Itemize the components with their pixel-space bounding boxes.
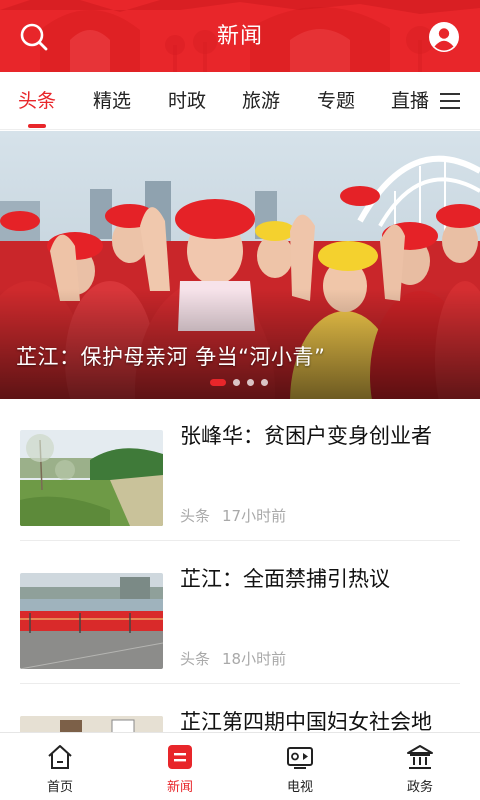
news-title: 张峰华：贫困户变身创业者	[180, 424, 432, 448]
tab-featured[interactable]: 精选	[83, 72, 141, 130]
government-icon	[407, 745, 433, 769]
bottom-navigation: 首页 新闻 电视 政务	[0, 732, 480, 800]
nav-news[interactable]: 新闻	[120, 733, 240, 800]
carousel-dot-active[interactable]	[210, 378, 226, 386]
menu-icon	[440, 93, 460, 109]
carousel-dot[interactable]	[233, 378, 240, 386]
tabs-menu-button[interactable]	[438, 90, 462, 112]
tab-label: 头条	[17, 90, 56, 112]
nav-home[interactable]: 首页	[0, 733, 120, 800]
news-thumbnail	[20, 573, 163, 669]
headline-carousel[interactable]: 芷江：保护母亲河 争当“河小青”	[0, 131, 480, 399]
news-time: 17小时前	[222, 507, 287, 525]
news-thumbnail	[20, 430, 163, 526]
nav-government[interactable]: 政务	[360, 733, 480, 800]
tv-icon	[287, 747, 313, 769]
tab-live[interactable]: 直播	[381, 72, 439, 130]
news-list: 张峰华：贫困户变身创业者 头条 17小时前 芷江：全面禁捕引热议 头条 18小时…	[0, 399, 480, 732]
news-title: 芷江第四期中国妇女社会地	[180, 710, 432, 732]
tab-label: 专题	[316, 90, 355, 112]
news-category: 头条	[180, 507, 211, 525]
user-profile-button[interactable]	[424, 17, 464, 57]
active-tab-indicator	[28, 124, 46, 128]
user-avatar-icon	[429, 22, 459, 52]
news-item[interactable]: 芷江：全面禁捕引热议 头条 18小时前	[20, 542, 460, 684]
news-item[interactable]: 芷江第四期中国妇女社会地	[20, 685, 460, 732]
home-icon	[48, 745, 72, 769]
news-title: 芷江：全面禁捕引热议	[180, 567, 390, 591]
nav-label: 新闻	[166, 780, 193, 795]
news-meta: 头条 17小时前	[180, 505, 286, 526]
news-thumbnail	[20, 716, 163, 732]
news-icon	[168, 745, 192, 769]
tab-headlines[interactable]: 头条	[8, 72, 66, 130]
carousel-indicators	[210, 378, 275, 386]
tab-label: 旅游	[241, 90, 280, 112]
page-title: 新闻	[216, 24, 263, 49]
carousel-dot[interactable]	[261, 378, 268, 386]
news-item[interactable]: 张峰华：贫困户变身创业者 头条 17小时前	[20, 399, 460, 541]
tab-topics[interactable]: 专题	[307, 72, 365, 130]
banner-caption: 芷江：保护母亲河 争当“河小青”	[16, 345, 326, 369]
news-meta: 头条 18小时前	[180, 648, 286, 669]
nav-label: 电视	[286, 780, 313, 795]
carousel-dot[interactable]	[247, 378, 254, 386]
nav-tv[interactable]: 电视	[240, 733, 360, 800]
news-category: 头条	[180, 650, 211, 668]
app-root: 新闻 头条 精选 时政 旅游 专题 直播 芷江：保护母亲河 争当“河小青” 张峰…	[0, 0, 480, 800]
tab-label: 直播	[390, 90, 429, 112]
tab-politics[interactable]: 时政	[158, 72, 216, 130]
nav-label: 政务	[406, 780, 433, 795]
tab-label: 精选	[92, 90, 131, 112]
app-header: 新闻	[0, 0, 480, 72]
tab-travel[interactable]: 旅游	[232, 72, 290, 130]
nav-label: 首页	[46, 780, 73, 795]
news-time: 18小时前	[222, 650, 287, 668]
tab-label: 时政	[167, 90, 206, 112]
category-tabs: 头条 精选 时政 旅游 专题 直播	[0, 72, 480, 130]
